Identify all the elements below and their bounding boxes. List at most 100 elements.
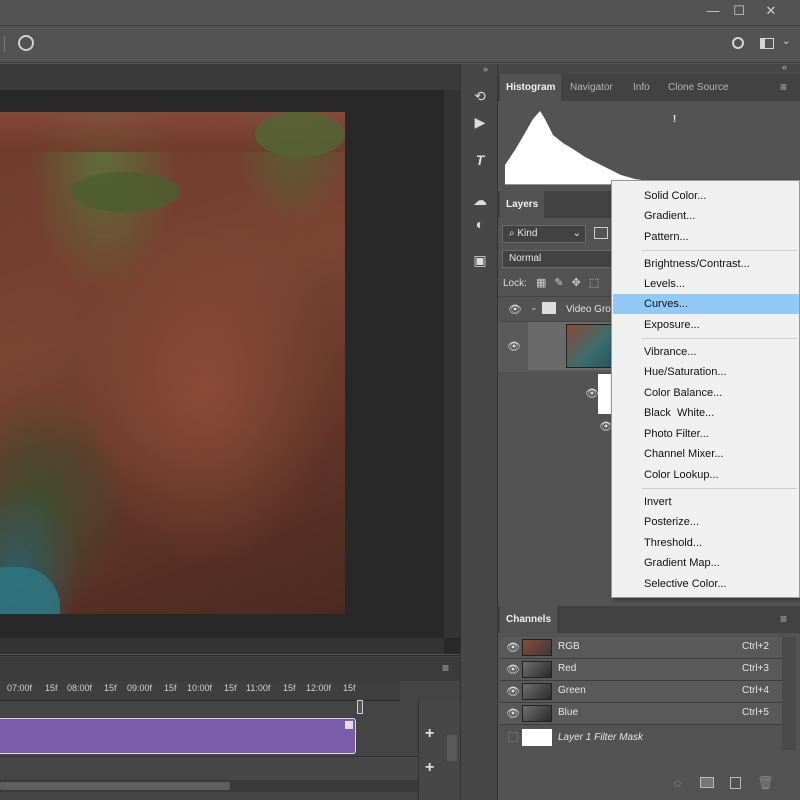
layer-row-video[interactable]: 👁 <box>498 322 612 372</box>
add-media-button[interactable]: + <box>425 725 434 743</box>
time-tick: 07:00f <box>7 683 33 693</box>
timeline-scrollbar[interactable] <box>0 780 418 792</box>
work-area-end-handle[interactable] <box>357 700 363 714</box>
track-scrollbar[interactable] <box>447 735 457 761</box>
eye-icon[interactable]: 👁 <box>508 303 522 316</box>
image-filter-icon[interactable] <box>594 227 608 239</box>
channel-row-green[interactable]: 👁 Green Ctrl+4 <box>500 681 782 703</box>
eye-icon[interactable]: 👁 <box>506 663 520 676</box>
image-trees <box>255 112 345 157</box>
panel-dock-header: « <box>498 62 800 74</box>
title-bar: — ☐ ✕ <box>0 0 800 25</box>
mask-thumbnail <box>522 729 552 746</box>
options-bar: ⌄ <box>0 25 800 63</box>
channel-row-blue[interactable]: 👁 Blue Ctrl+5 <box>500 703 782 725</box>
scroll-thumb[interactable] <box>0 782 230 790</box>
time-tick: 08:00f <box>67 683 93 693</box>
play-actions-icon[interactable]: ▶ <box>468 110 492 134</box>
menu-item-photo-filter[interactable]: Photo Filter... <box>613 424 799 444</box>
time-tick: 12:00f <box>306 683 332 693</box>
clip-options-icon[interactable] <box>345 721 353 729</box>
horizontal-scrollbar[interactable] <box>0 638 444 654</box>
history-icon[interactable]: ⟲ <box>468 84 492 108</box>
channel-shortcut: Ctrl+4 <box>742 685 769 696</box>
menu-item-channel-mixer[interactable]: Channel Mixer... <box>613 444 799 464</box>
properties-icon[interactable]: ▣ <box>468 248 492 272</box>
collapse-arrows-icon[interactable]: » <box>483 64 488 74</box>
document-image[interactable] <box>0 112 345 614</box>
blend-mode-select[interactable]: Normal <box>502 250 612 268</box>
adjustments-icon[interactable]: ◐ <box>468 212 492 236</box>
eye-icon[interactable]: 👁 <box>506 707 520 720</box>
menu-item-gradient[interactable]: Gradient... <box>613 206 799 226</box>
channels-scrollbar[interactable] <box>782 637 796 750</box>
target-icon[interactable] <box>18 35 34 51</box>
menu-item-solid-color[interactable]: Solid Color... <box>613 186 799 206</box>
menu-item-invert[interactable]: Invert <box>613 492 799 512</box>
menu-item-curves[interactable]: Curves... <box>613 294 799 314</box>
menu-item-brightness-contrast[interactable]: Brightness/Contrast... <box>613 254 799 274</box>
search-icon[interactable] <box>732 37 744 49</box>
video-clip[interactable] <box>0 718 356 754</box>
visibility-box[interactable] <box>508 732 518 742</box>
channel-name: Blue <box>558 707 579 718</box>
layer-row-mask[interactable]: 👁 👁 <box>498 372 613 436</box>
menu-item-vibrance[interactable]: Vibrance... <box>613 342 799 362</box>
menu-item-posterize[interactable]: Posterize... <box>613 512 799 532</box>
warning-icon[interactable]: ! <box>668 113 681 126</box>
add-audio-button[interactable]: + <box>425 759 434 777</box>
eye-icon[interactable]: 👁 <box>507 340 521 353</box>
tab-histogram[interactable]: Histogram <box>500 74 562 101</box>
timeline-header: ≡ <box>0 657 460 681</box>
chevron-down-icon[interactable]: ⌄ <box>782 36 790 47</box>
maximize-button[interactable]: ☐ <box>724 0 754 24</box>
channel-shortcut: Ctrl+2 <box>742 641 769 652</box>
menu-item-gradient-map[interactable]: Gradient Map... <box>613 553 799 573</box>
save-selection-icon[interactable] <box>700 777 714 788</box>
video-group-icon <box>542 302 556 314</box>
eye-icon[interactable]: 👁 <box>506 685 520 698</box>
time-tick: 15f <box>164 683 177 693</box>
trash-icon[interactable]: 🗑 <box>757 775 774 791</box>
chevron-down-icon[interactable]: ⌄ <box>530 302 538 313</box>
channel-row-red[interactable]: 👁 Red Ctrl+3 <box>500 659 782 681</box>
menu-item-exposure[interactable]: Exposure... <box>613 315 799 335</box>
eye-icon[interactable]: 👁 <box>585 387 599 400</box>
vertical-scrollbar[interactable] <box>444 90 460 638</box>
lock-icons[interactable]: ▦✎✥⬚ <box>536 276 607 289</box>
tab-info[interactable]: Info <box>627 74 656 101</box>
audio-track[interactable] <box>0 756 418 778</box>
new-channel-icon[interactable] <box>730 777 741 789</box>
close-button[interactable]: ✕ <box>756 0 786 24</box>
menu-item-threshold[interactable]: Threshold... <box>613 533 799 553</box>
menu-icon[interactable]: ≡ <box>442 661 449 675</box>
channel-name: Red <box>558 663 577 674</box>
load-selection-icon[interactable]: ◌ <box>674 776 681 790</box>
type-icon[interactable]: T <box>468 148 492 172</box>
menu-item-levels[interactable]: Levels... <box>613 274 799 294</box>
layer-row-video-group[interactable]: 👁 ⌄ Video Grou <box>500 297 616 322</box>
menu-item-pattern[interactable]: Pattern... <box>613 227 799 247</box>
tab-navigator[interactable]: Navigator <box>564 74 619 101</box>
eye-icon[interactable]: 👁 <box>506 641 520 654</box>
tab-layers[interactable]: Layers <box>500 191 545 218</box>
menu-separator <box>642 250 797 251</box>
menu-item-color-lookup[interactable]: Color Lookup... <box>613 465 799 485</box>
menu-item-hue-saturation[interactable]: Hue/Saturation... <box>613 362 799 382</box>
layer-name: Video Grou <box>566 304 617 315</box>
workspace-icon[interactable] <box>760 38 774 49</box>
menu-item-black-white[interactable]: Black White... <box>613 403 799 423</box>
channel-row-rgb[interactable]: 👁 RGB Ctrl+2 <box>500 637 782 659</box>
tab-clone-source[interactable]: Clone Source <box>662 74 735 101</box>
menu-item-color-balance[interactable]: Color Balance... <box>613 383 799 403</box>
menu-icon[interactable]: ≡ <box>780 80 787 94</box>
collapse-arrows-icon[interactable]: « <box>782 62 787 72</box>
libraries-icon[interactable]: ☁ <box>468 188 492 212</box>
menu-item-selective-color[interactable]: Selective Color... <box>613 574 799 594</box>
layer-thumbnail <box>566 324 612 368</box>
tab-channels[interactable]: Channels <box>500 606 558 633</box>
kind-filter-select[interactable]: ⌕ Kind ⌄ <box>502 225 586 243</box>
channel-name: RGB <box>558 641 580 652</box>
menu-icon[interactable]: ≡ <box>780 612 787 626</box>
channel-row-mask[interactable]: Layer 1 Filter Mask <box>500 726 782 750</box>
